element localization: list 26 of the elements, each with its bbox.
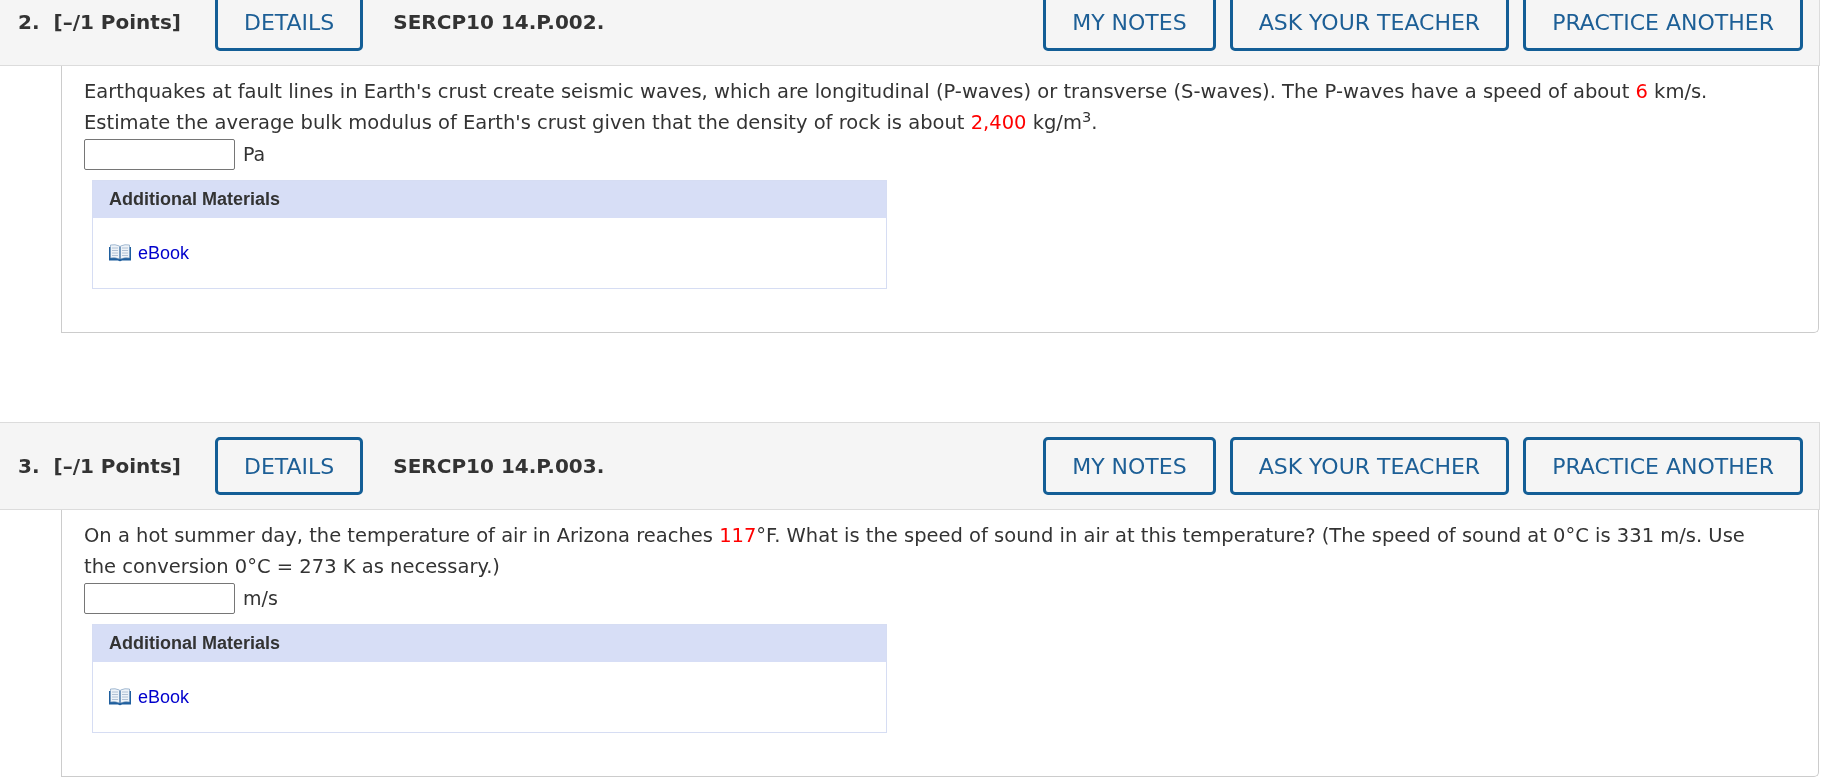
header-button[interactable]: ASK YOUR TEACHER	[1229, 0, 1510, 51]
question-number: 3.	[18, 453, 40, 480]
question-text: Earthquakes at fault lines in Earth's crust create seismic waves, which are longitudinal (P-waves) or transverse (S-waves). The P-waves have a speed of about 6 km/s. Estimate the average bulk modulus of Earth's crust given that the density of rock is about 2,400 kg/m$^{3}$.	[84, 79, 1709, 136]
header-button[interactable]: ASK YOUR TEACHER	[1229, 437, 1510, 495]
book-icon	[109, 244, 131, 262]
materials-heading: Additional Materials	[93, 625, 886, 662]
unit-label: m/s	[243, 586, 278, 612]
header-button[interactable]: MY NOTES	[1043, 437, 1216, 495]
unit-label: Pa	[243, 142, 266, 168]
question-text: On a hot summer day, the temperature of air in Arizona reaches 117°F. What is the speed of sound in air at this temperature? (The speed of sound at 0°C is 331 m/s. Use the conversion 0°C = 273 K as necessary.)	[84, 523, 1746, 580]
materials-heading: Additional Materials	[93, 181, 886, 218]
ebook-link[interactable]: eBook	[109, 683, 190, 711]
answer-field[interactable]	[84, 583, 235, 614]
question-number: 2.	[18, 9, 40, 36]
details-button[interactable]: DETAILS	[214, 0, 364, 51]
ebook-link[interactable]: eBook	[109, 239, 190, 267]
header-button[interactable]: PRACTICE ANOTHER	[1523, 437, 1803, 495]
points-label: [–/1 Points]	[53, 453, 181, 480]
question-code: SERCP10 14.P.002.	[393, 9, 605, 36]
question-code: SERCP10 14.P.003.	[393, 453, 605, 480]
book-icon	[109, 688, 131, 706]
answer-field[interactable]	[84, 139, 235, 170]
points-label: [–/1 Points]	[53, 9, 181, 36]
header-button[interactable]: PRACTICE ANOTHER	[1523, 0, 1803, 51]
details-button[interactable]: DETAILS	[214, 437, 364, 495]
header-button[interactable]: MY NOTES	[1043, 0, 1216, 51]
